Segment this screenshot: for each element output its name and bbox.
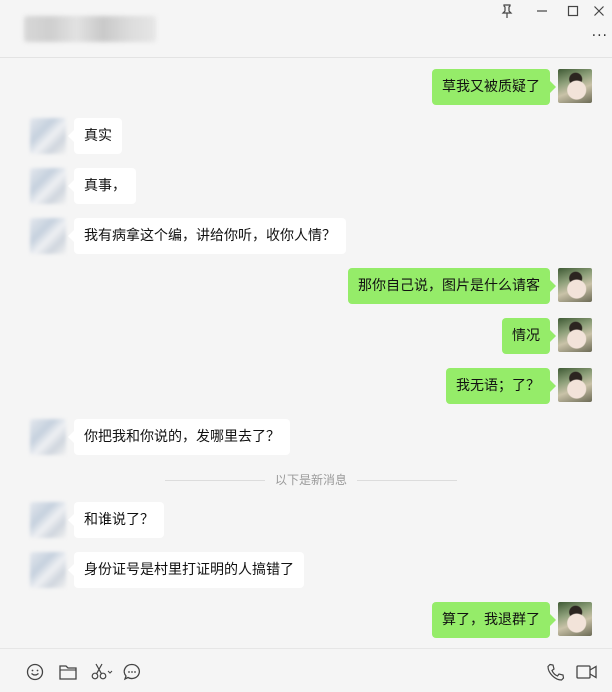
contact-avatar[interactable] [30, 419, 66, 455]
my-avatar[interactable] [558, 318, 592, 352]
contact-avatar[interactable] [30, 502, 66, 538]
my-avatar[interactable] [558, 69, 592, 103]
contact-avatar[interactable] [30, 552, 66, 588]
message-bubble-outgoing[interactable]: 我无语；了？ [446, 368, 556, 404]
contact-avatar[interactable] [30, 168, 66, 204]
my-avatar[interactable] [558, 268, 592, 302]
chat-icon[interactable] [122, 662, 142, 682]
phone-icon[interactable] [546, 662, 566, 682]
divider-line-right [357, 480, 457, 481]
message-bubble-outgoing[interactable]: 那你自己说，图片是什么请客 [348, 268, 556, 304]
message-bubble-incoming[interactable]: 你把我和你说的，发哪里去了？ [68, 419, 290, 455]
more-options-icon[interactable]: ··· [592, 28, 608, 44]
divider-line-left [165, 480, 265, 481]
new-messages-divider: 以下是新消息 [0, 472, 612, 488]
message-bubble-incoming[interactable]: 我有病拿这个编，讲给你听，收你人情？ [68, 218, 346, 254]
folder-icon[interactable] [58, 662, 78, 682]
message-bubble-outgoing[interactable]: 草我又被质疑了 [432, 69, 556, 105]
message-bubble-outgoing[interactable]: 算了，我退群了 [432, 602, 556, 638]
maximize-icon[interactable] [563, 2, 583, 20]
message-bubble-incoming[interactable]: 和谁说了？ [68, 502, 164, 538]
contact-avatar[interactable] [30, 118, 66, 154]
my-avatar[interactable] [558, 602, 592, 636]
minimize-icon[interactable] [532, 2, 552, 20]
message-bubble-incoming[interactable]: 真事， [68, 168, 136, 204]
video-icon[interactable] [575, 662, 599, 682]
divider-text: 以下是新消息 [275, 473, 348, 487]
title-bar: ··· [0, 0, 612, 58]
message-bubble-outgoing[interactable]: 情况 [502, 318, 556, 354]
message-bubble-incoming[interactable]: 真实 [68, 118, 122, 154]
scissors-icon[interactable] [90, 662, 114, 682]
contact-avatar[interactable] [30, 218, 66, 254]
my-avatar[interactable] [558, 368, 592, 402]
close-icon[interactable] [589, 2, 609, 20]
emoji-icon[interactable] [25, 662, 45, 682]
chat-title-blurred [24, 16, 156, 42]
pin-icon[interactable] [497, 2, 517, 20]
message-bubble-incoming[interactable]: 身份证号是村里打证明的人搞错了 [68, 552, 304, 588]
input-toolbar [0, 648, 612, 692]
